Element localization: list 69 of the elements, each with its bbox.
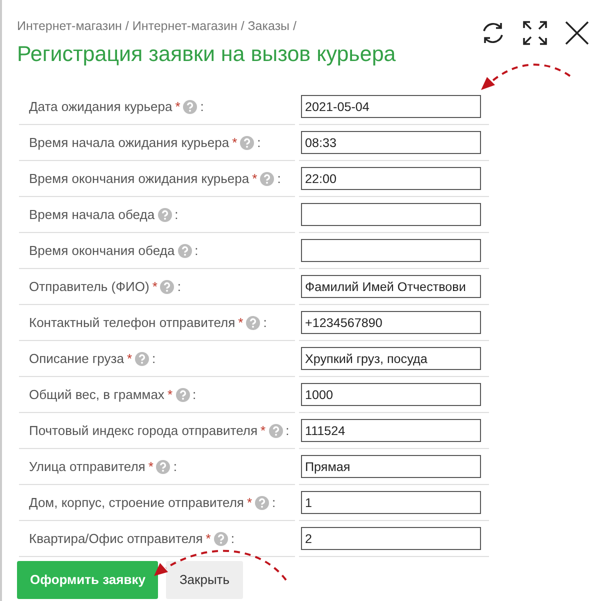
required-mark: * [148, 458, 154, 476]
field-label: Улица отправителя [29, 458, 146, 476]
required-mark: * [175, 98, 180, 116]
label-colon: : [173, 458, 178, 476]
close-button[interactable]: Закрыть [166, 561, 243, 599]
required-mark: * [126, 350, 132, 368]
label-colon: : [272, 494, 276, 512]
field-label: Почтовый индекс города отправителя [29, 422, 258, 440]
label-colon: : [194, 242, 198, 260]
help-icon[interactable] [246, 316, 260, 330]
field-label: Описание груза [29, 350, 124, 368]
input-field[interactable]: 08:33 [301, 131, 481, 154]
required-mark: * [260, 422, 266, 440]
field-label: Дата ожидания курьера [29, 98, 172, 116]
label-colon: : [177, 278, 181, 296]
input-field[interactable]: Прямая [301, 455, 481, 478]
input-field[interactable]: 1000 [301, 383, 481, 406]
help-icon[interactable] [255, 496, 270, 510]
required-mark: * [246, 494, 252, 512]
field-label: Отправитель (ФИО) [29, 278, 150, 296]
help-icon[interactable] [268, 424, 283, 438]
input-field[interactable]: 111524 [301, 419, 481, 442]
help-icon[interactable] [160, 280, 174, 294]
breadcrumb: Интернет-магазин / Интернет-магазин / Заказы / [17, 19, 296, 33]
help-icon[interactable] [214, 532, 228, 546]
label-colon: : [174, 206, 178, 224]
label-colon: : [277, 170, 281, 188]
label-colon: : [192, 386, 196, 404]
close-icon[interactable] [564, 20, 590, 46]
label-colon: : [257, 134, 261, 152]
required-mark: * [206, 530, 211, 548]
label-colon: : [286, 422, 290, 440]
help-icon[interactable] [183, 100, 198, 114]
help-icon[interactable] [176, 388, 190, 402]
field-label: Дом, корпус, строение отправителя [29, 494, 244, 512]
label-colon: : [152, 350, 156, 368]
label-colon: : [200, 98, 204, 116]
field-label: Квартира/Офис отправителя [29, 530, 203, 548]
input-field[interactable] [301, 203, 481, 226]
help-icon[interactable] [260, 172, 274, 186]
required-mark: * [167, 386, 172, 404]
field-label: Время начала обеда [29, 206, 155, 224]
field-label: Контактный телефон отправителя [29, 314, 236, 332]
expand-icon[interactable] [522, 20, 548, 46]
help-icon[interactable] [156, 460, 170, 474]
dialog-title: Регистрация заявки на вызов курьера [17, 41, 396, 68]
field-label: Время начала ожидания курьера [29, 134, 230, 152]
input-field[interactable] [301, 239, 481, 262]
field-label: Общий вес, в граммах [29, 386, 164, 404]
help-icon[interactable] [178, 244, 192, 258]
input-field[interactable]: 2 [301, 527, 481, 550]
required-mark: * [252, 170, 258, 188]
field-label: Время окончания обеда [29, 242, 175, 260]
refresh-icon[interactable] [480, 20, 506, 46]
label-colon: : [263, 314, 267, 332]
help-icon[interactable] [240, 136, 254, 150]
input-field[interactable]: 2021-05-04 [301, 95, 481, 118]
required-mark: * [152, 278, 158, 296]
field-label: Время окончания ожидания курьера [29, 170, 250, 188]
input-field[interactable]: Фамилий Имей Отчествови [301, 275, 481, 298]
required-mark: * [232, 134, 238, 152]
input-field[interactable]: 1 [301, 491, 481, 514]
help-icon[interactable] [158, 208, 172, 222]
input-field[interactable]: Хрупкий груз, посуда [301, 347, 481, 370]
input-field[interactable]: +1234567890 [301, 311, 481, 334]
required-mark: * [238, 314, 244, 332]
help-icon[interactable] [135, 352, 150, 366]
label-colon: : [230, 530, 234, 548]
input-field[interactable]: 22:00 [301, 167, 481, 190]
